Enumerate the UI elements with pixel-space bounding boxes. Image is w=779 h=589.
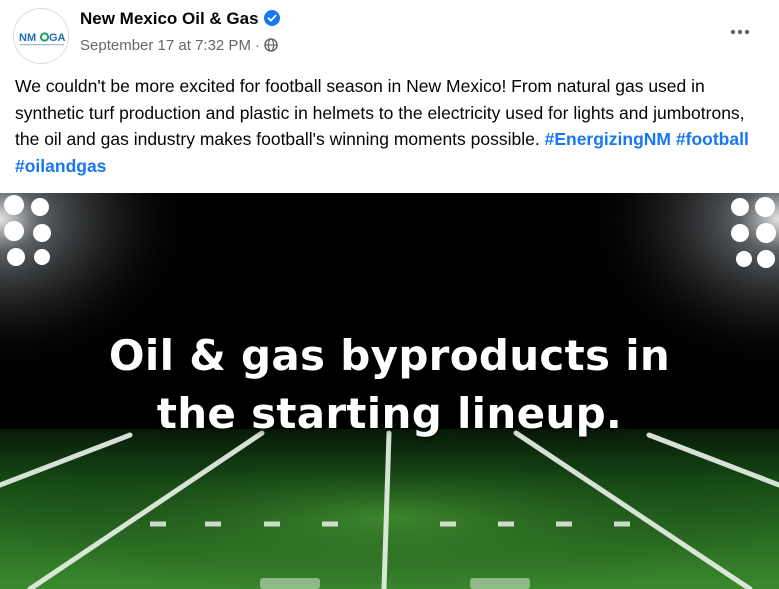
more-horizontal-icon xyxy=(730,29,750,35)
verified-badge-icon xyxy=(263,10,280,31)
more-options-button[interactable] xyxy=(724,16,756,48)
headline-line-2: the starting lineup. xyxy=(156,389,623,438)
post-timestamp[interactable]: September 17 at 7:32 PM xyxy=(80,37,251,54)
hashtag-link[interactable]: #football xyxy=(676,129,749,149)
nmoga-logo-icon: NM GA xyxy=(14,9,68,63)
page-name-text[interactable]: New Mexico Oil & Gas xyxy=(80,9,259,28)
meta-separator: · xyxy=(254,37,260,54)
post-body: We couldn't be more excited for football… xyxy=(15,73,765,179)
headline-line-1: Oil & gas byproducts in xyxy=(108,331,671,380)
image-headline: Oil & gas byproducts in the starting lin… xyxy=(0,327,779,443)
hashtag-link[interactable]: #oilandgas xyxy=(15,156,106,176)
svg-text:GA: GA xyxy=(49,32,66,44)
page-name-link[interactable]: New Mexico Oil & Gas xyxy=(80,9,280,31)
post-image[interactable]: Oil & gas byproducts in the starting lin… xyxy=(0,193,779,589)
post-meta: September 17 at 7:32 PM · xyxy=(80,37,278,56)
svg-text:NM: NM xyxy=(19,32,36,44)
hashtag-link[interactable]: #EnergizingNM xyxy=(545,129,671,149)
post-header: NM GA New Mexico Oil & Gas September 17 … xyxy=(0,0,779,66)
page-avatar[interactable]: NM GA xyxy=(13,8,69,64)
globe-icon[interactable] xyxy=(264,38,278,56)
